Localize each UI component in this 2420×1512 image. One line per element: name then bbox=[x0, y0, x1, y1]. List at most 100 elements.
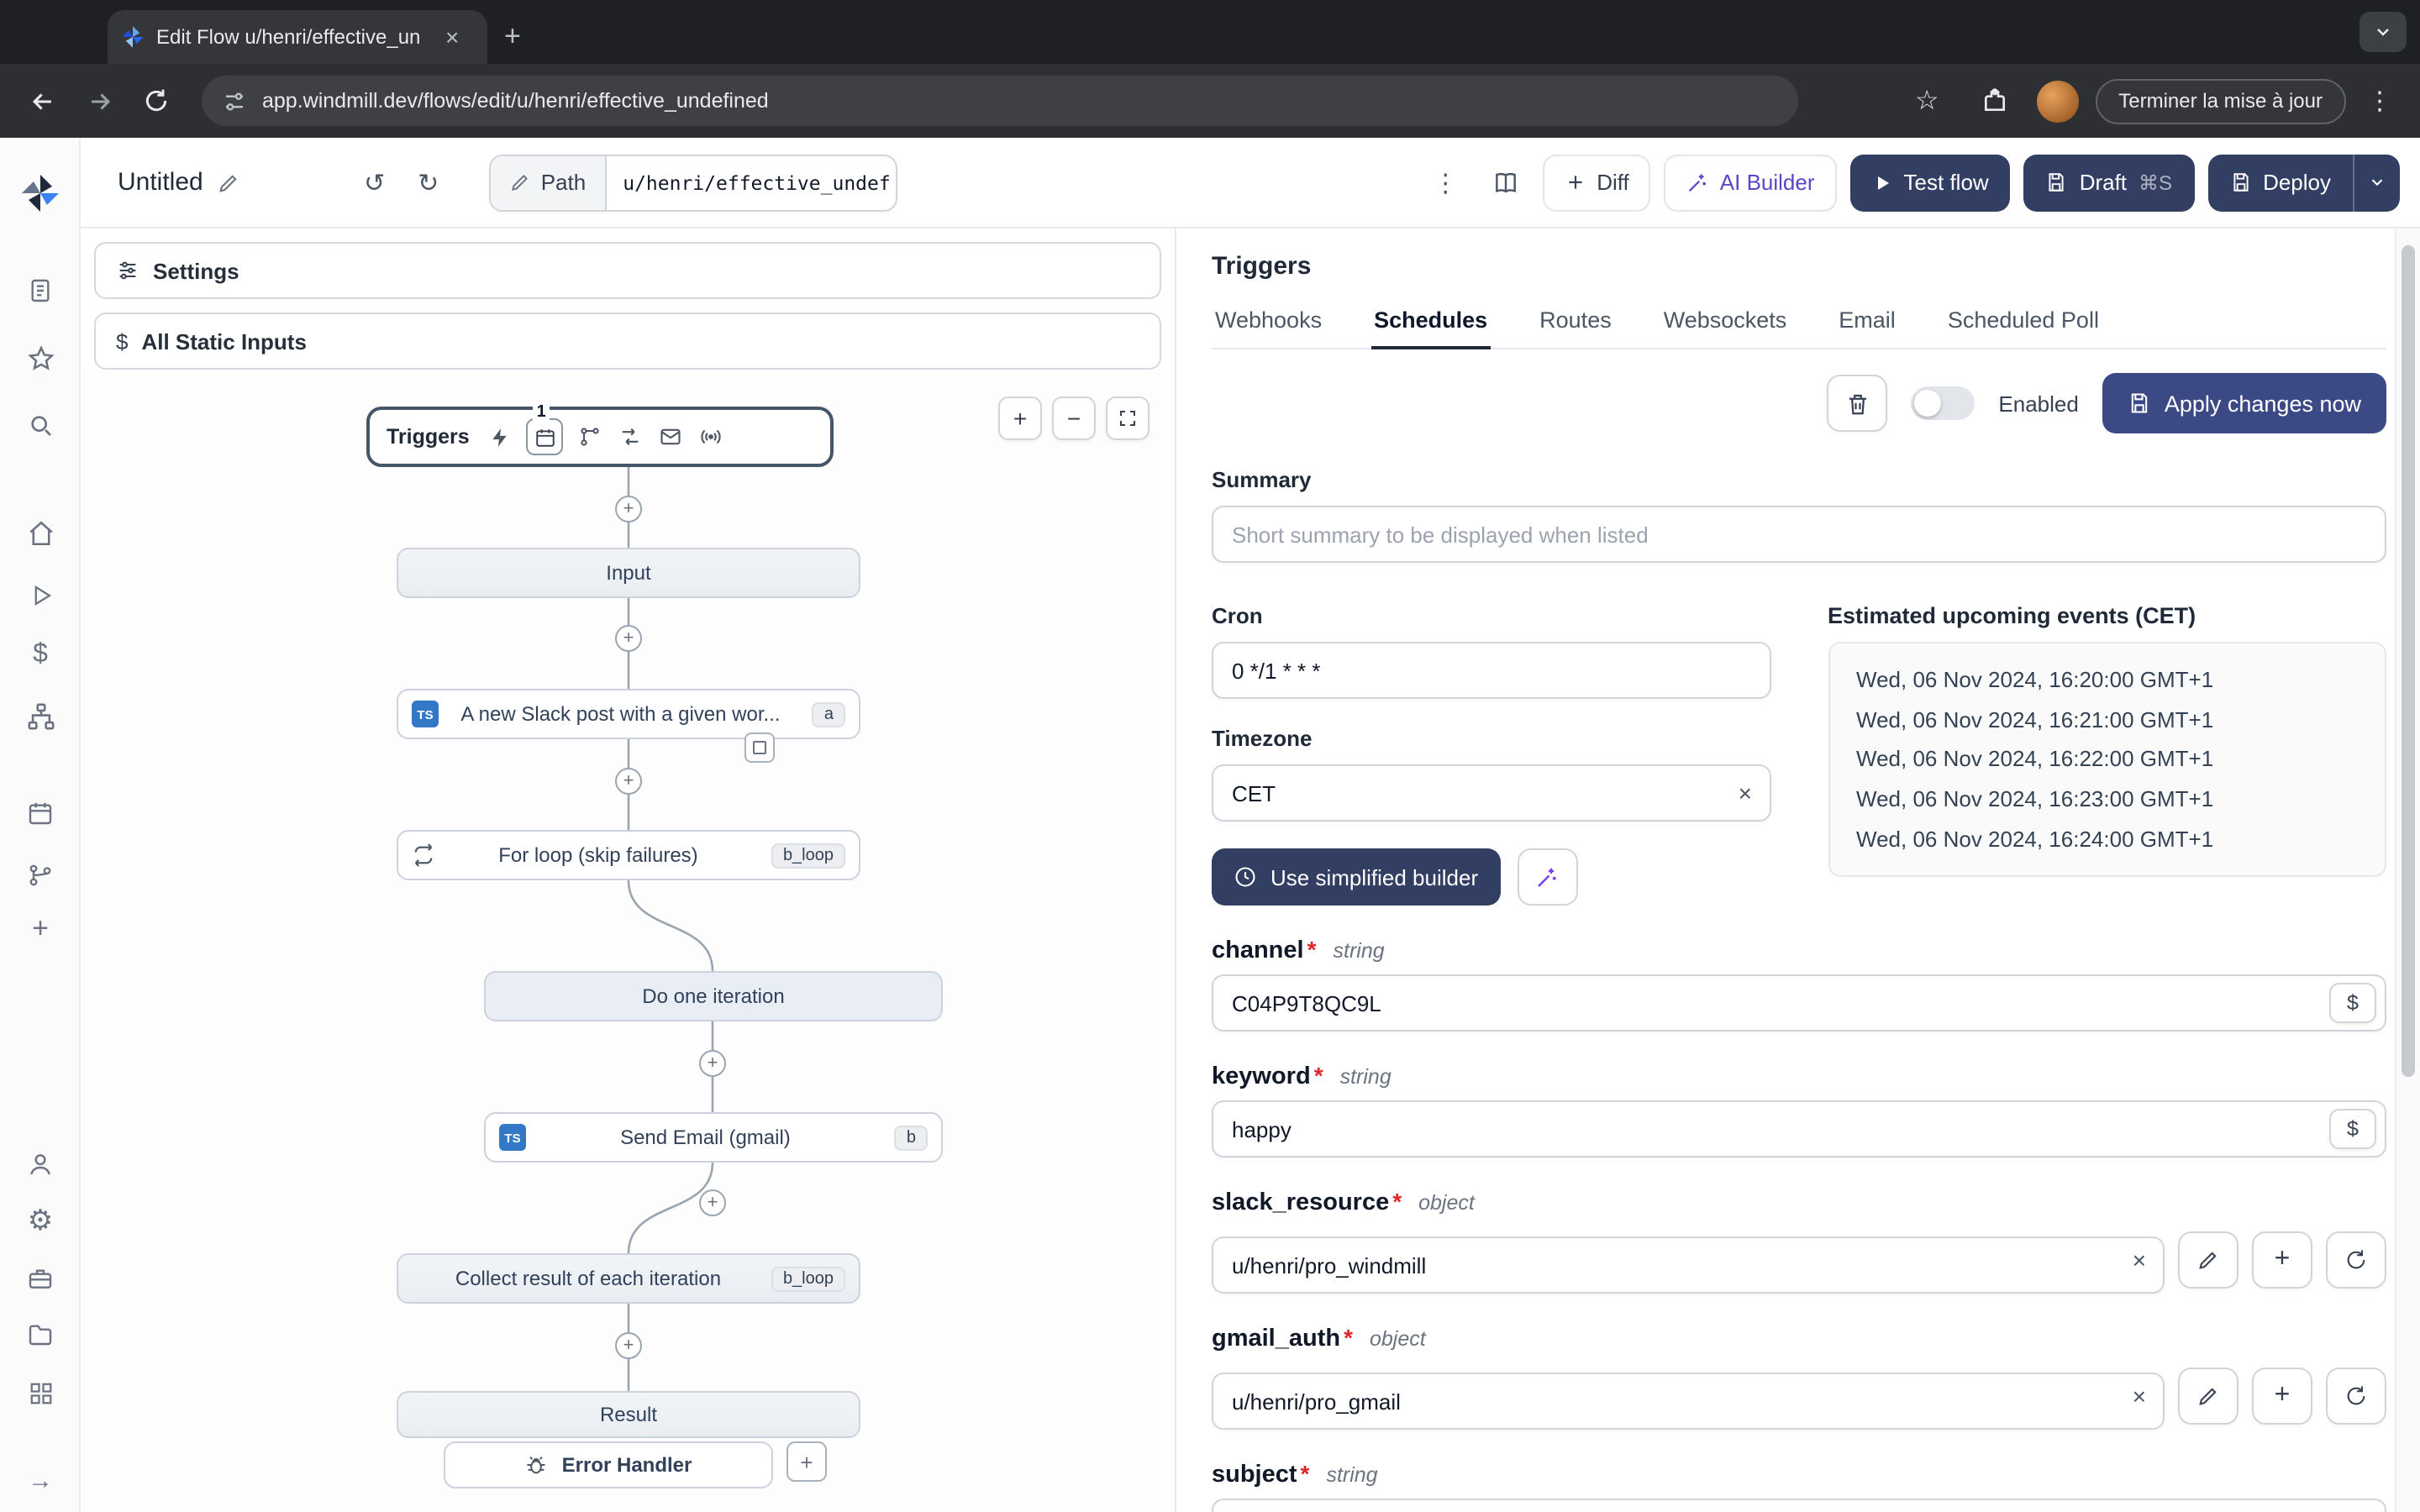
node-send-email[interactable]: TS Send Email (gmail) b bbox=[484, 1112, 943, 1163]
add-resource-button[interactable]: + bbox=[2252, 1368, 2312, 1425]
bookmark-star-icon[interactable]: ☆ bbox=[1902, 76, 1952, 126]
keyword-input[interactable] bbox=[1212, 1100, 2386, 1158]
add-resource-button[interactable]: + bbox=[2252, 1231, 2312, 1289]
schedule-calendar-icon[interactable]: 1 bbox=[526, 403, 564, 455]
node-collect-result[interactable]: Collect result of each iteration b_loop bbox=[397, 1253, 860, 1304]
scrollbar-thumb[interactable] bbox=[2402, 245, 2415, 1077]
clear-resource-icon[interactable]: × bbox=[2133, 1248, 2146, 1272]
node-slack-step[interactable]: TS A new Slack post with a given wor... … bbox=[397, 689, 860, 739]
page-scrollbar[interactable] bbox=[2395, 228, 2420, 1512]
variables-dollar-icon[interactable]: $ bbox=[24, 638, 57, 672]
clear-resource-icon[interactable]: × bbox=[2133, 1384, 2146, 1408]
node-error-handler[interactable]: Error Handler bbox=[444, 1441, 773, 1488]
add-error-handler-icon[interactable]: + bbox=[786, 1441, 827, 1482]
timezone-input[interactable] bbox=[1212, 764, 1770, 822]
gmail-auth-input[interactable] bbox=[1212, 1373, 2165, 1430]
home-icon[interactable] bbox=[24, 516, 57, 549]
ai-cron-wand-button[interactable] bbox=[1517, 848, 1578, 906]
channel-input[interactable] bbox=[1212, 974, 2386, 1032]
profile-avatar[interactable] bbox=[2036, 80, 2079, 122]
draft-button[interactable]: Draft ⌘S bbox=[2023, 154, 2195, 211]
clear-timezone-icon[interactable]: × bbox=[1739, 781, 1752, 805]
apply-changes-button[interactable]: Apply changes now bbox=[2102, 373, 2386, 433]
flow-canvas[interactable]: Triggers 1 + − + + + + + + Input TS A ne… bbox=[81, 370, 1175, 1512]
tab-websockets[interactable]: Websockets bbox=[1660, 307, 1791, 348]
add-step-icon[interactable]: + bbox=[615, 768, 642, 795]
users-icon[interactable] bbox=[24, 1147, 57, 1181]
tab-routes[interactable]: Routes bbox=[1536, 307, 1615, 348]
refresh-resource-button[interactable] bbox=[2326, 1368, 2386, 1425]
zoom-in-icon[interactable]: + bbox=[998, 396, 1042, 440]
browser-update-button[interactable]: Terminer la mise à jour bbox=[2095, 78, 2346, 123]
routes-icon[interactable] bbox=[577, 423, 604, 450]
favorites-star-icon[interactable] bbox=[24, 341, 57, 375]
deploy-dropdown-chevron-icon[interactable] bbox=[2353, 154, 2400, 211]
edit-resource-button[interactable] bbox=[2178, 1231, 2238, 1289]
resources-branch-icon[interactable] bbox=[24, 858, 57, 892]
fullscreen-icon[interactable] bbox=[1106, 396, 1150, 440]
collapse-arrow-icon[interactable]: → bbox=[24, 1463, 57, 1497]
subject-input[interactable] bbox=[1212, 1499, 2386, 1512]
summary-input[interactable] bbox=[1212, 506, 2386, 563]
browser-menu-icon[interactable]: ⋮ bbox=[2363, 86, 2396, 116]
path-segment[interactable]: Path bbox=[490, 155, 607, 209]
tab-close-icon[interactable]: × bbox=[445, 25, 459, 49]
diff-button[interactable]: Diff bbox=[1543, 154, 1651, 211]
add-step-icon[interactable]: + bbox=[615, 496, 642, 522]
search-icon[interactable] bbox=[24, 408, 57, 442]
webhook-zap-icon[interactable] bbox=[487, 423, 513, 450]
edit-title-pencil-icon[interactable] bbox=[217, 171, 240, 194]
extensions-icon[interactable] bbox=[1969, 76, 2019, 126]
folders-icon[interactable] bbox=[24, 1317, 57, 1351]
apps-grid-icon[interactable] bbox=[24, 1376, 57, 1410]
flows-icon[interactable] bbox=[24, 699, 57, 732]
undo-button[interactable]: ↺ bbox=[351, 159, 398, 206]
runs-play-icon[interactable] bbox=[24, 578, 57, 612]
insert-variable-dollar-button[interactable]: $ bbox=[2329, 1109, 2376, 1149]
websocket-plug-icon[interactable] bbox=[618, 423, 644, 450]
url-bar[interactable]: app.windmill.dev/flows/edit/u/henri/effe… bbox=[202, 76, 1798, 126]
workers-briefcase-icon[interactable] bbox=[24, 1262, 57, 1295]
deploy-button[interactable]: Deploy bbox=[2207, 154, 2353, 211]
cron-input[interactable] bbox=[1212, 642, 1770, 699]
add-step-icon[interactable]: + bbox=[699, 1189, 726, 1216]
simplified-builder-button[interactable]: Use simplified builder bbox=[1212, 848, 1501, 906]
email-icon[interactable] bbox=[658, 423, 685, 450]
node-input[interactable]: Input bbox=[397, 548, 860, 598]
site-settings-icon[interactable] bbox=[222, 88, 247, 113]
new-tab-button[interactable]: + bbox=[504, 20, 521, 54]
settings-gear-icon[interactable]: ⚙ bbox=[24, 1205, 57, 1238]
forward-icon[interactable] bbox=[74, 76, 124, 126]
node-result[interactable]: Result bbox=[397, 1391, 860, 1438]
add-step-icon[interactable]: + bbox=[615, 1332, 642, 1359]
more-options-kebab-icon[interactable]: ⋮ bbox=[1422, 159, 1469, 206]
settings-row[interactable]: Settings bbox=[94, 242, 1161, 299]
browser-tab[interactable]: Edit Flow u/henri/effective_un × bbox=[108, 10, 487, 64]
insert-variable-dollar-button[interactable]: $ bbox=[2329, 983, 2376, 1023]
tab-scheduled-poll[interactable]: Scheduled Poll bbox=[1944, 307, 2102, 348]
all-static-inputs-row[interactable]: $ All Static Inputs bbox=[94, 312, 1161, 370]
zoom-out-icon[interactable]: − bbox=[1052, 396, 1096, 440]
delete-schedule-button[interactable] bbox=[1827, 375, 1888, 432]
back-icon[interactable] bbox=[17, 76, 67, 126]
add-step-icon[interactable]: + bbox=[615, 625, 642, 652]
add-step-icon[interactable]: + bbox=[699, 1050, 726, 1077]
tab-email[interactable]: Email bbox=[1835, 307, 1899, 348]
docs-book-icon[interactable] bbox=[1482, 159, 1529, 206]
slack-resource-input[interactable] bbox=[1212, 1236, 2165, 1294]
schedules-calendar-icon[interactable] bbox=[24, 796, 57, 830]
edit-resource-button[interactable] bbox=[2178, 1368, 2238, 1425]
reload-icon[interactable] bbox=[131, 76, 182, 126]
runs-list-icon[interactable] bbox=[24, 274, 57, 307]
windmill-logo-icon[interactable] bbox=[18, 171, 62, 215]
refresh-resource-button[interactable] bbox=[2326, 1231, 2386, 1289]
node-do-one-iteration[interactable]: Do one iteration bbox=[484, 971, 943, 1021]
step-action-icon[interactable] bbox=[744, 732, 775, 763]
path-input[interactable]: u/henri/effective_undef bbox=[606, 155, 895, 209]
scheduled-poll-icon[interactable] bbox=[698, 423, 725, 450]
enabled-toggle[interactable] bbox=[1911, 386, 1975, 420]
test-flow-button[interactable]: Test flow bbox=[1849, 154, 2011, 211]
add-plus-icon[interactable]: + bbox=[24, 912, 57, 946]
tab-search-button[interactable] bbox=[2360, 12, 2407, 52]
tab-webhooks[interactable]: Webhooks bbox=[1212, 307, 1325, 348]
